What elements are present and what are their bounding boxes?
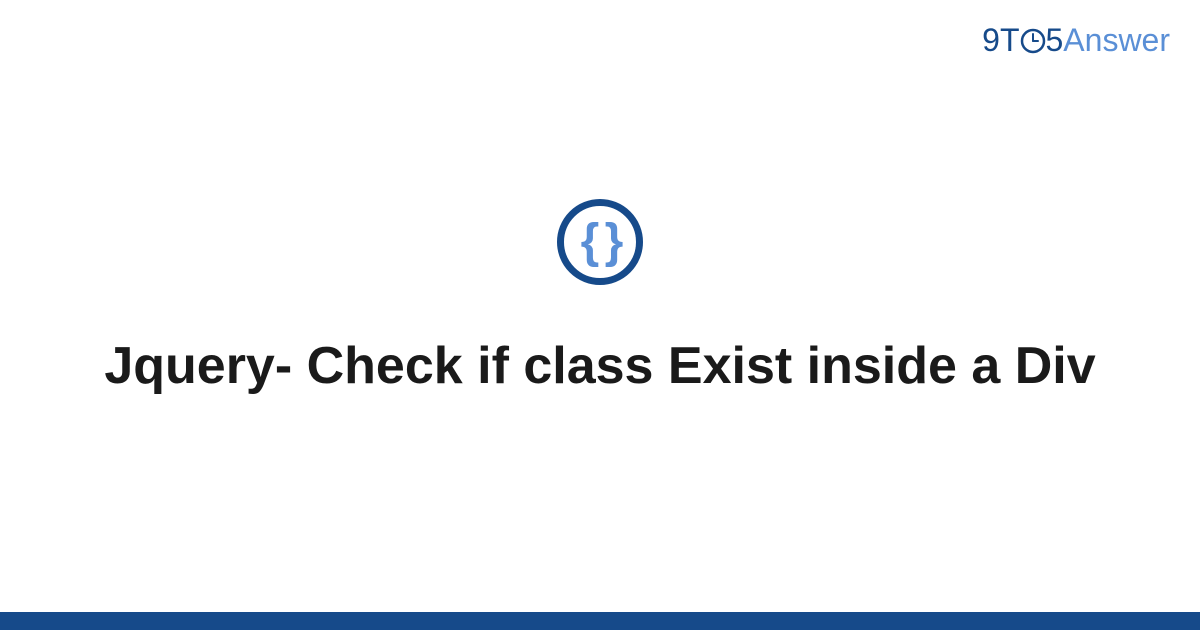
- braces-icon: { }: [581, 218, 620, 266]
- category-icon-circle: { }: [557, 199, 643, 285]
- main-content: { } Jquery- Check if class Exist inside …: [0, 0, 1200, 630]
- footer-bar: [0, 612, 1200, 630]
- page-title: Jquery- Check if class Exist inside a Di…: [104, 333, 1095, 401]
